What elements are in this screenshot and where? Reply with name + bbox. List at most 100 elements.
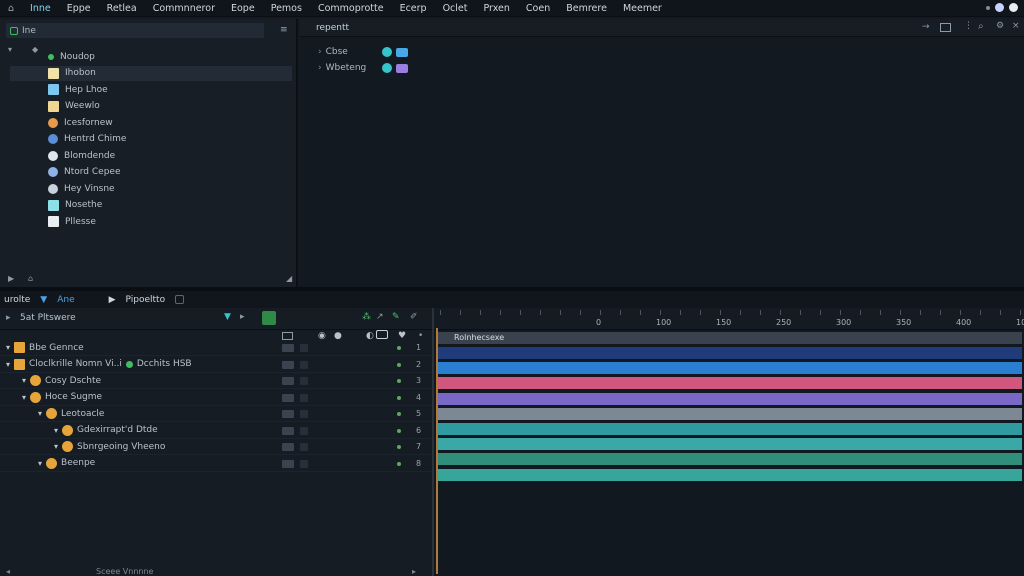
menu-item-4[interactable]: Eope <box>223 3 263 14</box>
chevron-down-icon[interactable]: ▾ <box>54 442 58 451</box>
switch-toggle[interactable] <box>282 443 294 451</box>
search-icon[interactable]: ⌕ <box>978 21 984 32</box>
menu-item-2[interactable]: Retlea <box>99 3 145 14</box>
monitor-icon[interactable] <box>282 332 293 340</box>
layer-row[interactable]: ▾ Beenpe 8 <box>0 456 432 472</box>
chevron-down-icon[interactable]: ▾ <box>38 459 42 468</box>
project-item[interactable]: Noudop <box>10 49 292 64</box>
menu-item-5[interactable]: Pemos <box>263 3 310 14</box>
layer-row[interactable]: ▾ Cosy Dschte 3 <box>0 373 432 389</box>
switch-toggle[interactable] <box>282 459 294 468</box>
layer-name[interactable]: Cloclkrille Nomn Vi..i <box>29 359 122 369</box>
project-item[interactable]: Icesfornew <box>10 115 292 130</box>
app-logo-icon[interactable]: ⌂ <box>0 3 22 14</box>
switch-toggle[interactable] <box>282 360 294 369</box>
layer-row[interactable]: ▾ Hoce Sugme 4 <box>0 390 432 406</box>
chevron-down-icon[interactable]: ▾ <box>22 393 26 402</box>
property-row[interactable]: › Cbse <box>318 47 408 57</box>
chevron-down-icon[interactable]: ▾ <box>6 360 10 369</box>
trash-icon[interactable]: ◢ <box>286 274 292 283</box>
key-icon[interactable]: ⁂ <box>362 312 371 322</box>
settings-icon[interactable]: ⚙ <box>996 21 1004 31</box>
layer-name[interactable]: Gdexirrapt'd Dtde <box>77 425 158 435</box>
layer-bar[interactable] <box>436 392 1022 405</box>
project-item[interactable]: Hey Vinsne <box>10 181 292 196</box>
twitter-icon[interactable]: ▼ <box>40 295 47 305</box>
switch-toggle[interactable] <box>300 459 308 468</box>
playhead[interactable] <box>436 328 438 574</box>
chevron-down-icon[interactable]: ▾ <box>54 426 58 435</box>
footer-right-icon[interactable]: ▸ <box>412 567 416 576</box>
layer-name[interactable]: Cosy Dschte <box>45 376 101 386</box>
switch-toggle[interactable] <box>300 393 308 402</box>
layer-row[interactable]: ▾ Leotoacle 5 <box>0 406 432 422</box>
tab-close-icon[interactable] <box>175 295 185 304</box>
menu-item-3[interactable]: Commnneror <box>145 3 223 14</box>
switch-toggle[interactable] <box>282 393 294 402</box>
solo-icon[interactable] <box>376 330 388 339</box>
snapshot-icon[interactable] <box>940 23 951 32</box>
filter-icon[interactable]: ▼ <box>224 312 231 322</box>
keyframe-icon[interactable] <box>381 63 392 73</box>
layer-row[interactable]: ▾ Cloclkrille Nomn Vi..i Dcchits HSB 2 <box>0 357 432 373</box>
keyframe-icon[interactable] <box>381 47 392 57</box>
switch-toggle[interactable] <box>300 410 308 418</box>
project-item[interactable]: Blomdende <box>10 148 292 163</box>
project-item[interactable]: Pllesse <box>10 214 292 229</box>
play-icon[interactable]: ▶ <box>109 295 116 305</box>
switch-toggle[interactable] <box>300 377 308 385</box>
chevron-right-icon[interactable]: › <box>318 63 322 73</box>
layer-row[interactable]: ▾ Gdexirrapt'd Dtde 6 <box>0 423 432 439</box>
switch-toggle[interactable] <box>300 443 308 451</box>
chevron-down-icon[interactable]: ▾ <box>38 409 42 418</box>
chevron-down-icon[interactable]: ▾ <box>22 376 26 385</box>
profile-icon[interactable] <box>995 3 1004 12</box>
switch-toggle[interactable] <box>282 410 294 418</box>
tab-0[interactable]: urolte <box>4 295 30 305</box>
layer-row[interactable]: ▾ Sbnrgeoing Vheeno 7 <box>0 439 432 455</box>
menu-item-0[interactable]: Inne <box>22 3 59 14</box>
layer-name[interactable]: Leotoacle <box>61 409 104 419</box>
layer-bar[interactable] <box>436 362 1022 375</box>
layer-bar[interactable] <box>436 377 1022 390</box>
arrow-icon[interactable]: ▸ <box>240 312 245 322</box>
project-search[interactable]: Ine <box>6 23 264 38</box>
layer-name[interactable]: Bbe Gennce <box>29 343 84 353</box>
menu-item-1[interactable]: Eppe <box>59 3 99 14</box>
tab-1[interactable]: Ane <box>57 295 74 305</box>
layer-bar[interactable] <box>436 438 1022 451</box>
panel-menu-icon[interactable]: ≡ <box>280 25 288 35</box>
menu-item-6[interactable]: Commoprotte <box>310 3 392 14</box>
layer-bar[interactable] <box>436 468 1022 481</box>
project-item[interactable]: Nosethe <box>10 198 292 213</box>
comp-clip-bar[interactable]: Rolnhecsexe <box>436 332 1022 344</box>
close-icon[interactable]: × <box>1012 21 1020 31</box>
project-item[interactable]: Hentrd Chime <box>10 132 292 147</box>
menu-item-11[interactable]: Bemrere <box>558 3 615 14</box>
switch-toggle[interactable] <box>282 377 294 385</box>
layer-name[interactable]: Hoce Sugme <box>45 392 102 402</box>
color-swatch[interactable] <box>395 63 408 73</box>
folder-new-icon[interactable]: ⌂ <box>28 274 33 283</box>
account-icon[interactable] <box>1009 3 1018 12</box>
switch-toggle[interactable] <box>282 344 294 352</box>
pen-icon[interactable]: ✎ <box>392 312 400 322</box>
menu-item-8[interactable]: Oclet <box>435 3 476 14</box>
layer-bar[interactable] <box>436 423 1022 435</box>
chevron-down-icon[interactable]: ▾ <box>6 343 10 352</box>
play-small-icon[interactable]: ▶ <box>8 274 14 283</box>
layer-search[interactable]: 5at Pltswere <box>20 313 76 323</box>
switch-toggle[interactable] <box>282 426 294 435</box>
switch-toggle[interactable] <box>300 426 308 435</box>
brush-icon[interactable]: ✐ <box>410 312 418 322</box>
project-item[interactable]: Ihobon <box>10 65 292 81</box>
layer-row[interactable]: ▾ Bbe Gennce 1 <box>0 340 432 356</box>
link-icon[interactable]: ↗ <box>376 312 384 322</box>
record-button[interactable] <box>262 311 276 325</box>
tab-2[interactable]: Pipoeltto <box>126 295 166 305</box>
layer-name[interactable]: Sbnrgeoing Vheeno <box>77 442 165 452</box>
switch-toggle[interactable] <box>300 360 308 369</box>
time-ruler[interactable]: 0 100 150 250 300 350 400 1000 <box>434 308 1024 330</box>
chevron-right-icon[interactable]: › <box>318 47 322 57</box>
menu-item-7[interactable]: Ecerp <box>392 3 435 14</box>
